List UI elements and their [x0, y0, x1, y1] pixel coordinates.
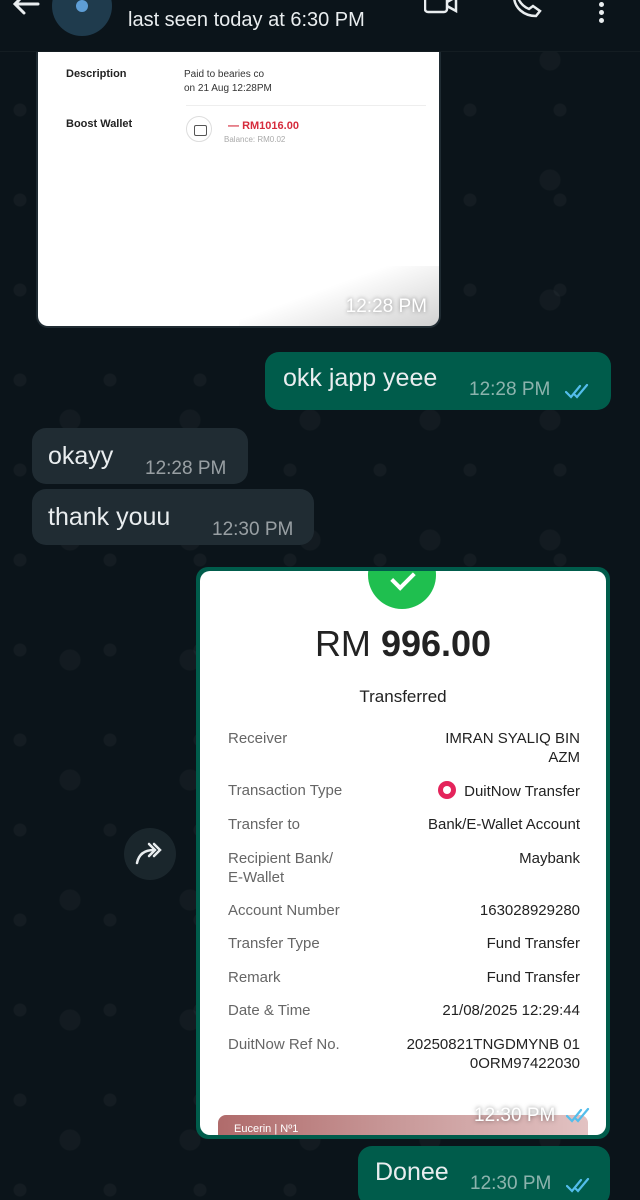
message-time: 12:28 PM — [469, 379, 551, 400]
message-time: 12:30 PM — [470, 1173, 552, 1194]
ad-text: Eucerin | Nº1 — [234, 1123, 299, 1135]
last-seen-status[interactable]: last seen today at 6:30 PM — [128, 9, 365, 32]
back-arrow-icon[interactable] — [8, 0, 48, 28]
account-number-label: Account Number — [228, 902, 340, 919]
image-message-receipt-2[interactable]: RM 996.00 Transferred Receiver IMRAN SYA… — [196, 567, 610, 1139]
outgoing-message[interactable]: Donee 12:30 PM — [358, 1146, 610, 1200]
avatar-person-icon — [76, 0, 88, 12]
transfer-amount: RM 996.00 — [314, 623, 492, 664]
receipt-image-2: RM 996.00 Transferred Receiver IMRAN SYA… — [200, 571, 606, 1135]
transaction-type-label: Transaction Type — [228, 782, 343, 799]
image-message-receipt-1[interactable]: Description Paid to bearies co on 21 Aug… — [36, 30, 441, 328]
message-text: okayy — [48, 442, 114, 470]
contact-avatar[interactable] — [52, 0, 112, 36]
incoming-message[interactable]: thank youu 12:30 PM — [32, 489, 314, 545]
description-label: Description — [66, 68, 127, 80]
transfer-to-label: Transfer to — [228, 816, 300, 833]
date-time-label: Date & Time — [228, 1002, 311, 1019]
message-time: 12:30 PM — [474, 1105, 556, 1126]
outgoing-message[interactable]: okk japp yeee 12:28 PM — [265, 352, 611, 410]
wallet-balance: Balance: RM0.02 — [224, 135, 286, 144]
remark-value: Fund Transfer — [486, 969, 580, 986]
double-check-icon — [566, 1107, 590, 1123]
chat-header: last seen today at 6:30 PM — [0, 0, 640, 52]
recipient-bank-label: Recipient Bank/ E-Wallet — [228, 850, 334, 886]
account-number-value: 163028929280 — [479, 902, 580, 919]
success-check-icon — [368, 571, 436, 609]
debit-amount: — RM1016.00 — [228, 120, 299, 132]
description-value-line2: on 21 Aug 12:28PM — [184, 83, 272, 94]
incoming-message[interactable]: okayy 12:28 PM — [32, 428, 248, 484]
receipt-image-1: Description Paid to bearies co on 21 Aug… — [38, 30, 439, 326]
duitnow-logo-icon — [438, 781, 457, 799]
wallet-icon — [186, 116, 212, 142]
ref-no-value: 20250821TNGDMYNB 010ORM97422030 — [406, 1036, 580, 1072]
receiver-label: Receiver — [228, 730, 288, 747]
transfer-type-label: Transfer Type — [228, 935, 320, 952]
more-vert-icon[interactable] — [596, 2, 606, 26]
receiver-value: IMRAN SYALIQ BIN AZM — [445, 730, 580, 766]
video-call-icon[interactable] — [423, 0, 458, 18]
transfer-type-value: Fund Transfer — [486, 935, 580, 952]
description-value-line1: Paid to bearies co — [184, 69, 265, 80]
double-check-icon — [566, 1177, 590, 1193]
double-check-icon — [565, 383, 589, 399]
recipient-bank-value: Maybank — [519, 850, 580, 867]
message-time: 12:30 PM — [212, 519, 294, 540]
message-text: okk japp yeee — [283, 364, 438, 392]
forward-icon[interactable] — [124, 828, 176, 880]
message-text: Donee — [375, 1158, 449, 1186]
remark-label: Remark — [228, 969, 281, 986]
wallet-label: Boost Wallet — [66, 118, 133, 130]
receipt-divider — [186, 105, 426, 106]
message-time: 12:28 PM — [145, 458, 227, 479]
ref-no-label: DuitNow Ref No. — [228, 1036, 340, 1053]
message-time: 12:28 PM — [345, 296, 427, 317]
date-time-value: 21/08/2025 12:29:44 — [442, 1002, 580, 1019]
message-text: thank youu — [48, 503, 171, 531]
transfer-status: Transferred — [359, 687, 447, 706]
transfer-to-value: Bank/E-Wallet Account — [427, 816, 580, 833]
phone-icon[interactable] — [510, 0, 544, 20]
transaction-type-value: DuitNow Transfer — [438, 781, 580, 801]
